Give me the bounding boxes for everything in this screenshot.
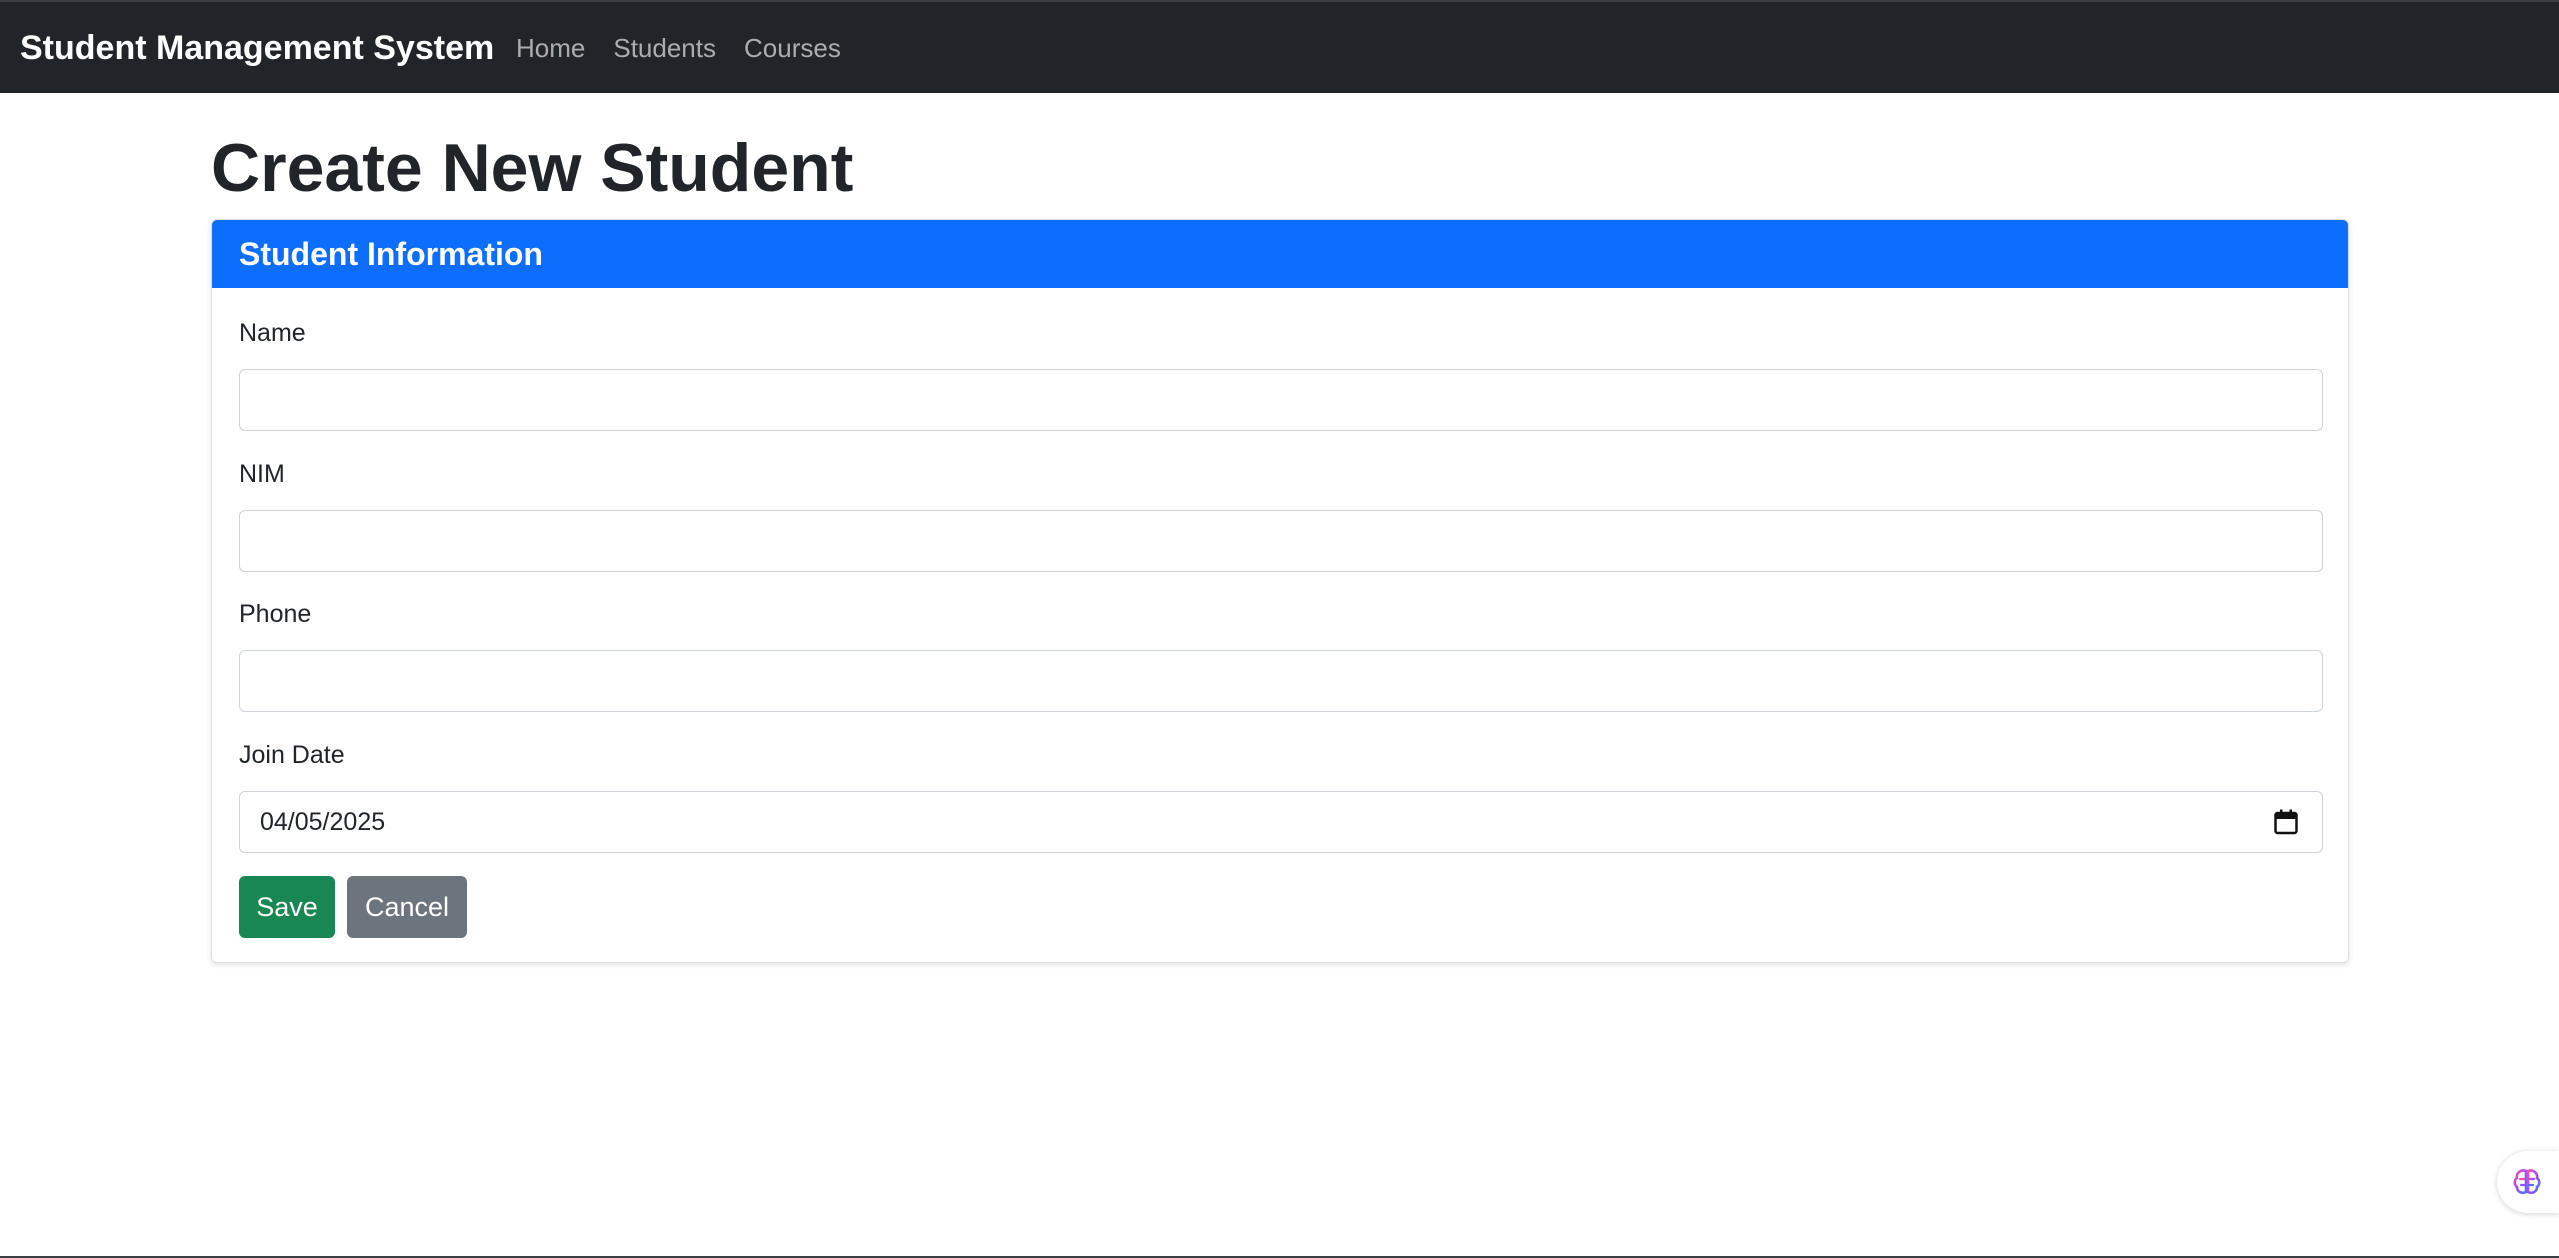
nim-input[interactable] [239, 510, 2323, 572]
brain-icon [2513, 1169, 2541, 1195]
join-date-label: Join Date [239, 741, 345, 769]
nav-link-students[interactable]: Students [613, 30, 716, 66]
cancel-button[interactable]: Cancel [347, 876, 467, 938]
navbar-brand[interactable]: Student Management System [20, 28, 494, 68]
phone-input[interactable] [239, 650, 2323, 712]
nim-form-group: NIM [239, 459, 2323, 572]
name-form-group: Name [239, 318, 2323, 431]
nav-links: Home Students Courses [516, 30, 869, 66]
student-form-card: Student Information Name NIM Phone Join … [211, 219, 2349, 963]
join-date-value: 04/05/2025 [260, 808, 386, 836]
floating-assistant-button[interactable] [2497, 1151, 2559, 1213]
nav-link-home[interactable]: Home [516, 30, 585, 66]
card-header: Student Information [212, 220, 2348, 288]
phone-label: Phone [239, 600, 312, 628]
nav-link-courses[interactable]: Courses [744, 30, 841, 66]
top-navbar: Student Management System Home Students … [0, 0, 2559, 93]
nim-label: NIM [239, 460, 285, 488]
phone-form-group: Phone [239, 599, 2323, 712]
join-date-input[interactable]: 04/05/2025 [239, 791, 2323, 853]
calendar-icon[interactable] [2274, 809, 2298, 835]
name-label: Name [239, 319, 306, 347]
page-title: Create New Student [211, 130, 854, 206]
join-date-form-group: Join Date 04/05/2025 [239, 740, 2323, 853]
save-button[interactable]: Save [239, 876, 335, 938]
name-input[interactable] [239, 369, 2323, 431]
